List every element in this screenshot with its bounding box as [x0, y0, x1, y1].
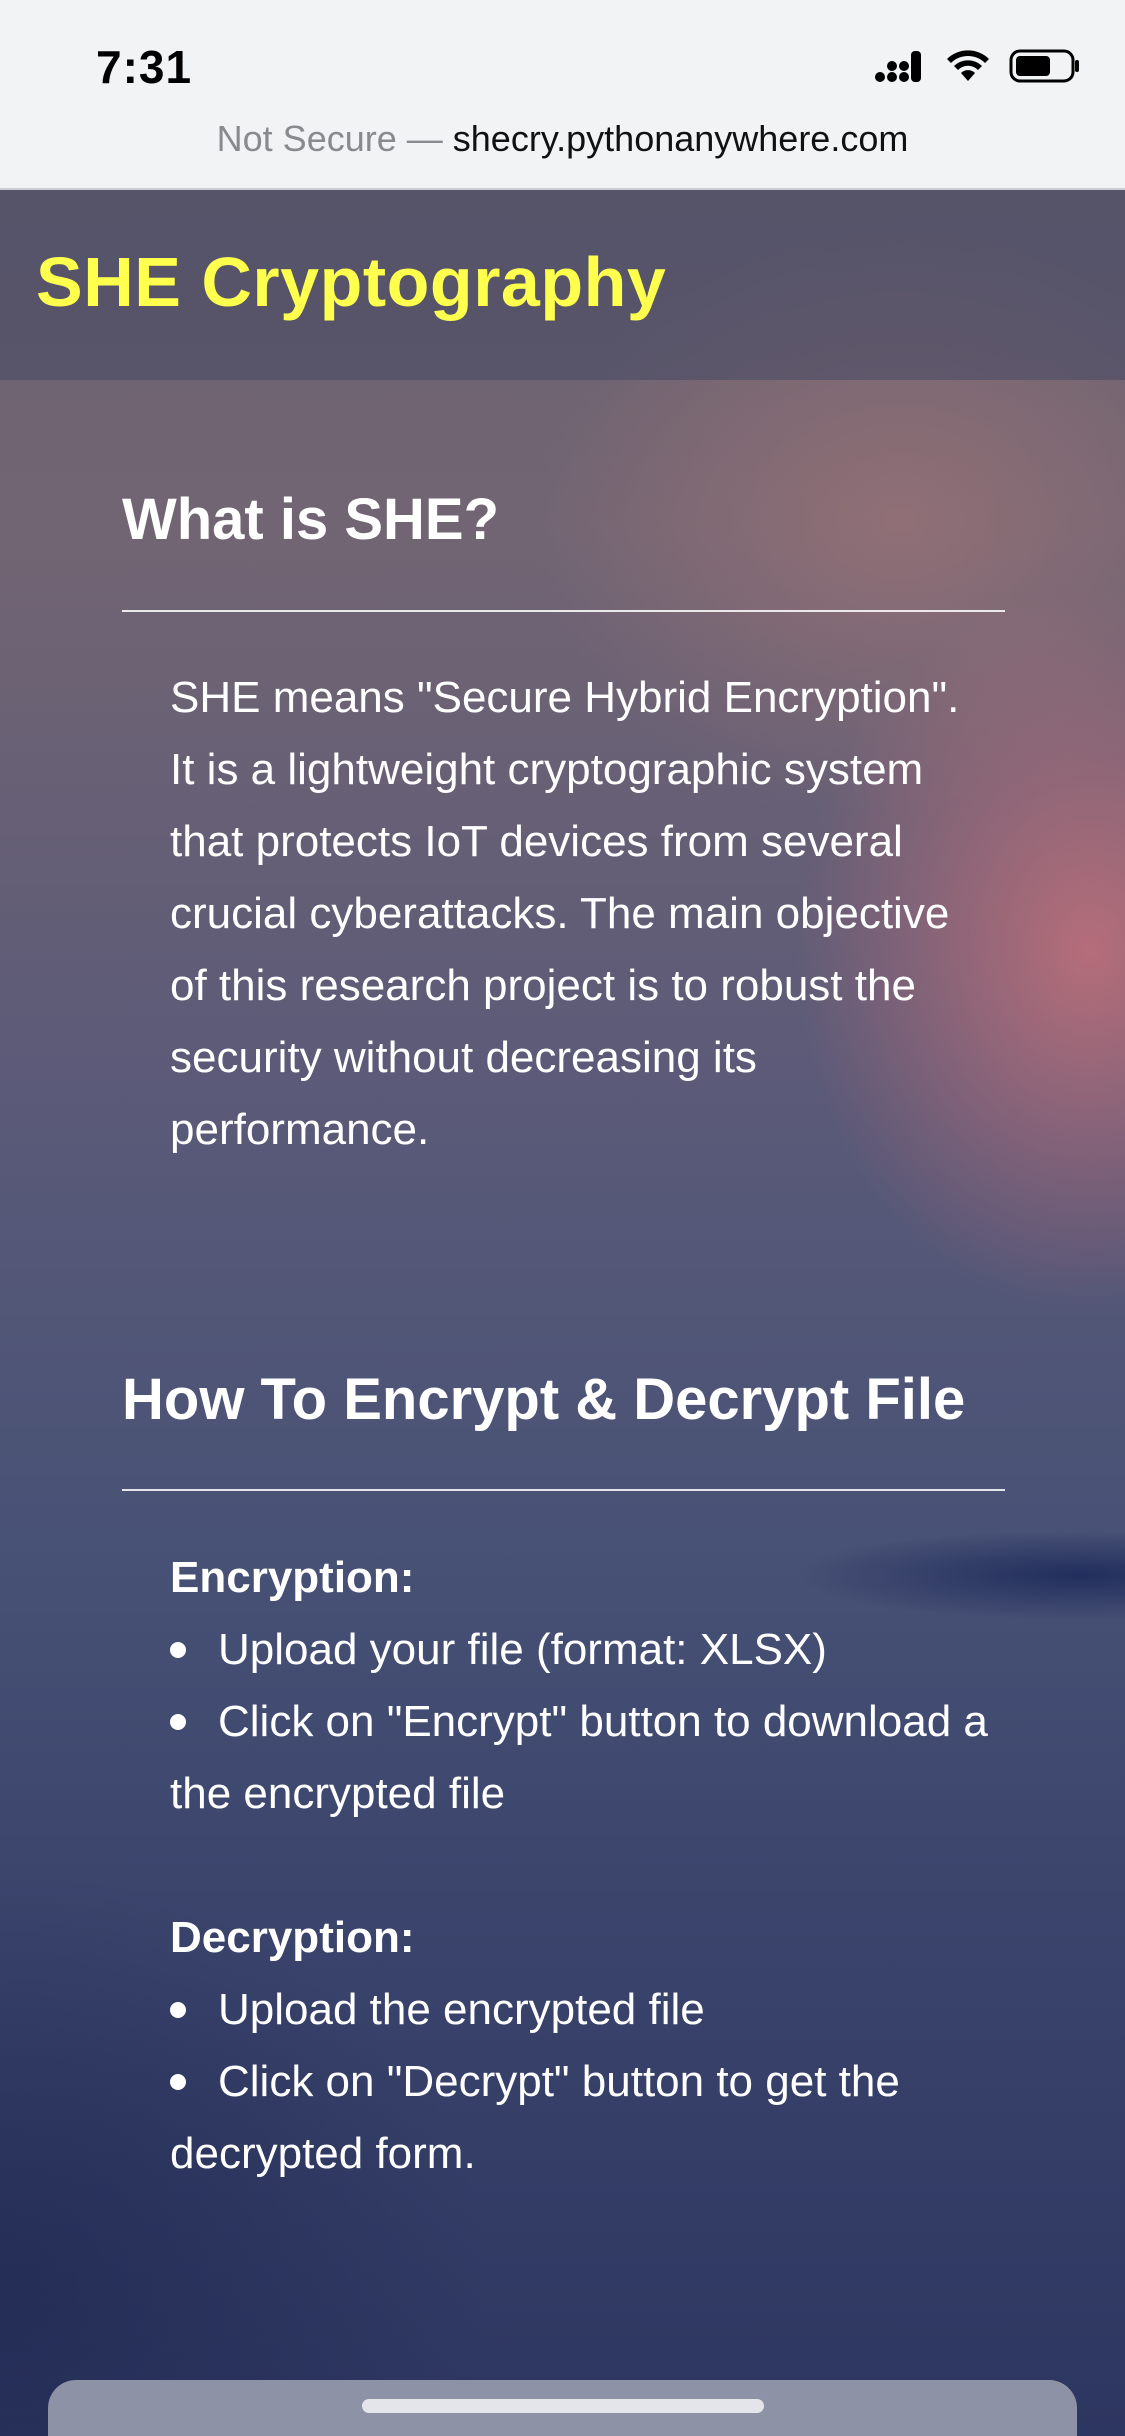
howto-divider — [122, 1489, 1005, 1491]
url-bar[interactable]: Not Secure — shecry.pythonanywhere.com — [0, 118, 1125, 160]
url-domain: shecry.pythonanywhere.com — [452, 118, 909, 159]
about-paragraph: SHE means "Secure Hybrid Encryption". It… — [170, 673, 960, 1154]
page-content: SHE Cryptography What is SHE? SHE means … — [0, 190, 1125, 2436]
status-time: 7:31 — [96, 41, 193, 93]
list-item: Upload the encrypted file — [170, 1974, 1010, 2046]
list-item: Click on "Encrypt" button to download a … — [170, 1686, 1010, 1830]
decryption-title: Decryption: — [170, 1913, 415, 1962]
status-icons — [875, 48, 1081, 84]
about-heading: What is SHE? — [122, 487, 500, 552]
security-label: Not Secure — [216, 118, 397, 159]
url-separator: — — [406, 118, 443, 159]
decryption-steps: Upload the encrypted file Click on "Decr… — [170, 1974, 1010, 2190]
cellular-signal-icon — [875, 49, 927, 83]
about-divider — [122, 610, 1005, 612]
status-bar: 7:31 Not Secure — shecry.pythonanywhere.… — [0, 0, 1125, 190]
site-title[interactable]: SHE Cryptography — [36, 242, 666, 322]
battery-icon — [1009, 48, 1081, 84]
list-item: Click on "Decrypt" button to get the dec… — [170, 2046, 1010, 2190]
site-header: SHE Cryptography — [0, 190, 1125, 380]
encryption-steps: Upload your file (format: XLSX) Click on… — [170, 1614, 1010, 1830]
howto-steps: Encryption: Upload your file (format: XL… — [170, 1542, 1010, 2190]
list-item: Upload your file (format: XLSX) — [170, 1614, 1010, 1686]
home-indicator[interactable] — [362, 2399, 764, 2413]
wifi-icon — [945, 49, 991, 83]
encryption-title: Encryption: — [170, 1553, 415, 1602]
howto-heading: How To Encrypt & Decrypt File — [122, 1367, 966, 1432]
